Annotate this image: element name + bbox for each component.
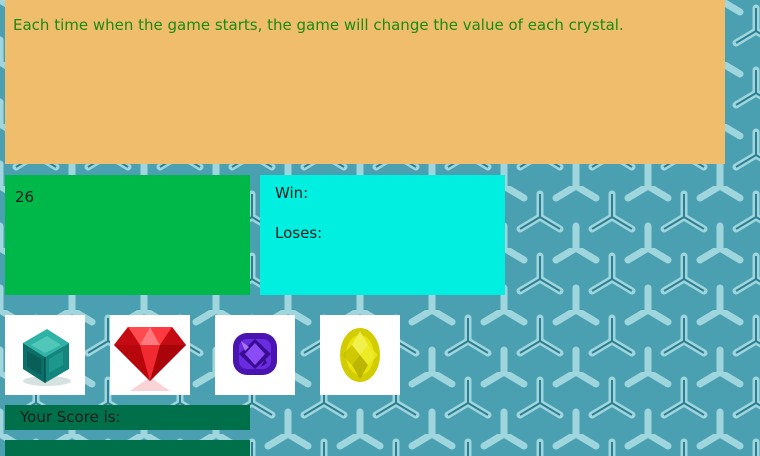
yellow-oval-crystal-button[interactable] xyxy=(320,315,400,395)
instructions-panel: Each time when the game starts, the game… xyxy=(5,0,725,164)
teal-cube-crystal-icon xyxy=(23,329,71,386)
red-diamond-crystal-button[interactable] xyxy=(110,315,190,395)
red-diamond-crystal-icon xyxy=(114,327,186,391)
teal-cube-crystal-button[interactable] xyxy=(5,315,85,395)
purple-cushion-crystal-button[interactable] xyxy=(215,315,295,395)
yellow-oval-crystal-icon xyxy=(340,328,380,382)
target-number: 26 xyxy=(15,188,35,206)
score-label: Your Score is: xyxy=(20,408,121,426)
target-number-panel: 26 xyxy=(5,175,250,295)
loses-label: Loses: xyxy=(275,224,323,242)
win-label: Win: xyxy=(275,184,309,202)
score-label-bar: Your Score is: xyxy=(5,405,250,430)
stats-panel: Win: Loses: xyxy=(260,175,505,295)
win-row: Win: xyxy=(275,184,490,202)
loses-row: Loses: xyxy=(275,224,490,242)
score-value-bar xyxy=(5,440,250,456)
instructions-text: Each time when the game starts, the game… xyxy=(13,16,624,34)
purple-cushion-crystal-icon xyxy=(233,333,277,375)
